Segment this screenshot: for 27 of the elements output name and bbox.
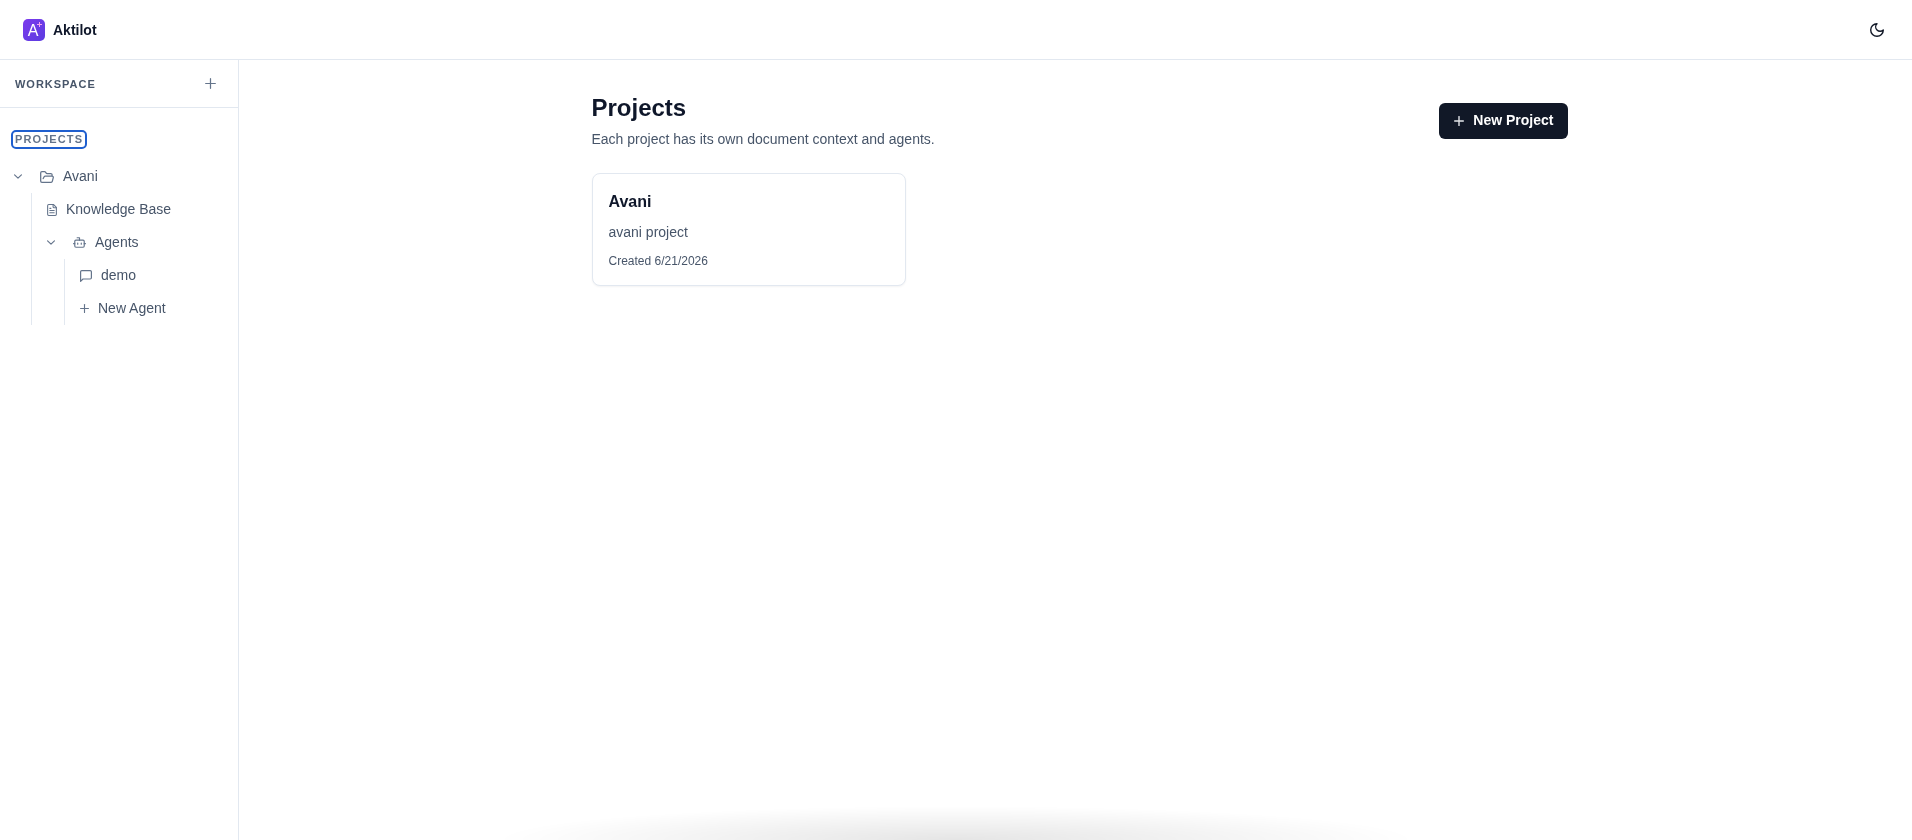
project-description: avani project bbox=[608, 223, 689, 242]
page-title: Projects bbox=[591, 93, 688, 123]
plus-icon bbox=[80, 304, 89, 313]
moon-icon[interactable] bbox=[1870, 22, 1884, 37]
open-folder-icon bbox=[40, 170, 54, 183]
tree-item[interactable]: Knowledge Base bbox=[32, 193, 172, 226]
plus-icon bbox=[37, 21, 42, 27]
project-name: Avani bbox=[608, 192, 653, 212]
logo-letter: A bbox=[27, 22, 39, 39]
chat-bubble-icon bbox=[80, 269, 92, 282]
document-icon bbox=[47, 203, 57, 216]
plus-icon[interactable] bbox=[205, 78, 216, 89]
tree-item[interactable]: Avani bbox=[14, 160, 98, 193]
new-project-button[interactable]: New Project bbox=[1439, 102, 1568, 139]
tree-item[interactable]: demo bbox=[65, 259, 137, 292]
chevron-down-icon[interactable] bbox=[14, 174, 22, 179]
plus-icon bbox=[1454, 115, 1465, 126]
tree-item[interactable]: Agents bbox=[32, 226, 139, 259]
project-card[interactable]: Avani avani project Created 6/21/2026 bbox=[591, 173, 907, 286]
section-label[interactable]: PROJECTS bbox=[13, 132, 86, 147]
app-name: Aktilot bbox=[53, 20, 97, 39]
page-subtitle: Each project has its own document context and agents. bbox=[591, 130, 935, 149]
robot-icon bbox=[73, 237, 86, 248]
sidebar-title: WORKSPACE bbox=[15, 76, 96, 91]
project-created-date: Created 6/21/2026 bbox=[608, 253, 709, 269]
chevron-down-icon[interactable] bbox=[47, 240, 55, 245]
tree-item[interactable]: New Agent bbox=[65, 292, 166, 325]
